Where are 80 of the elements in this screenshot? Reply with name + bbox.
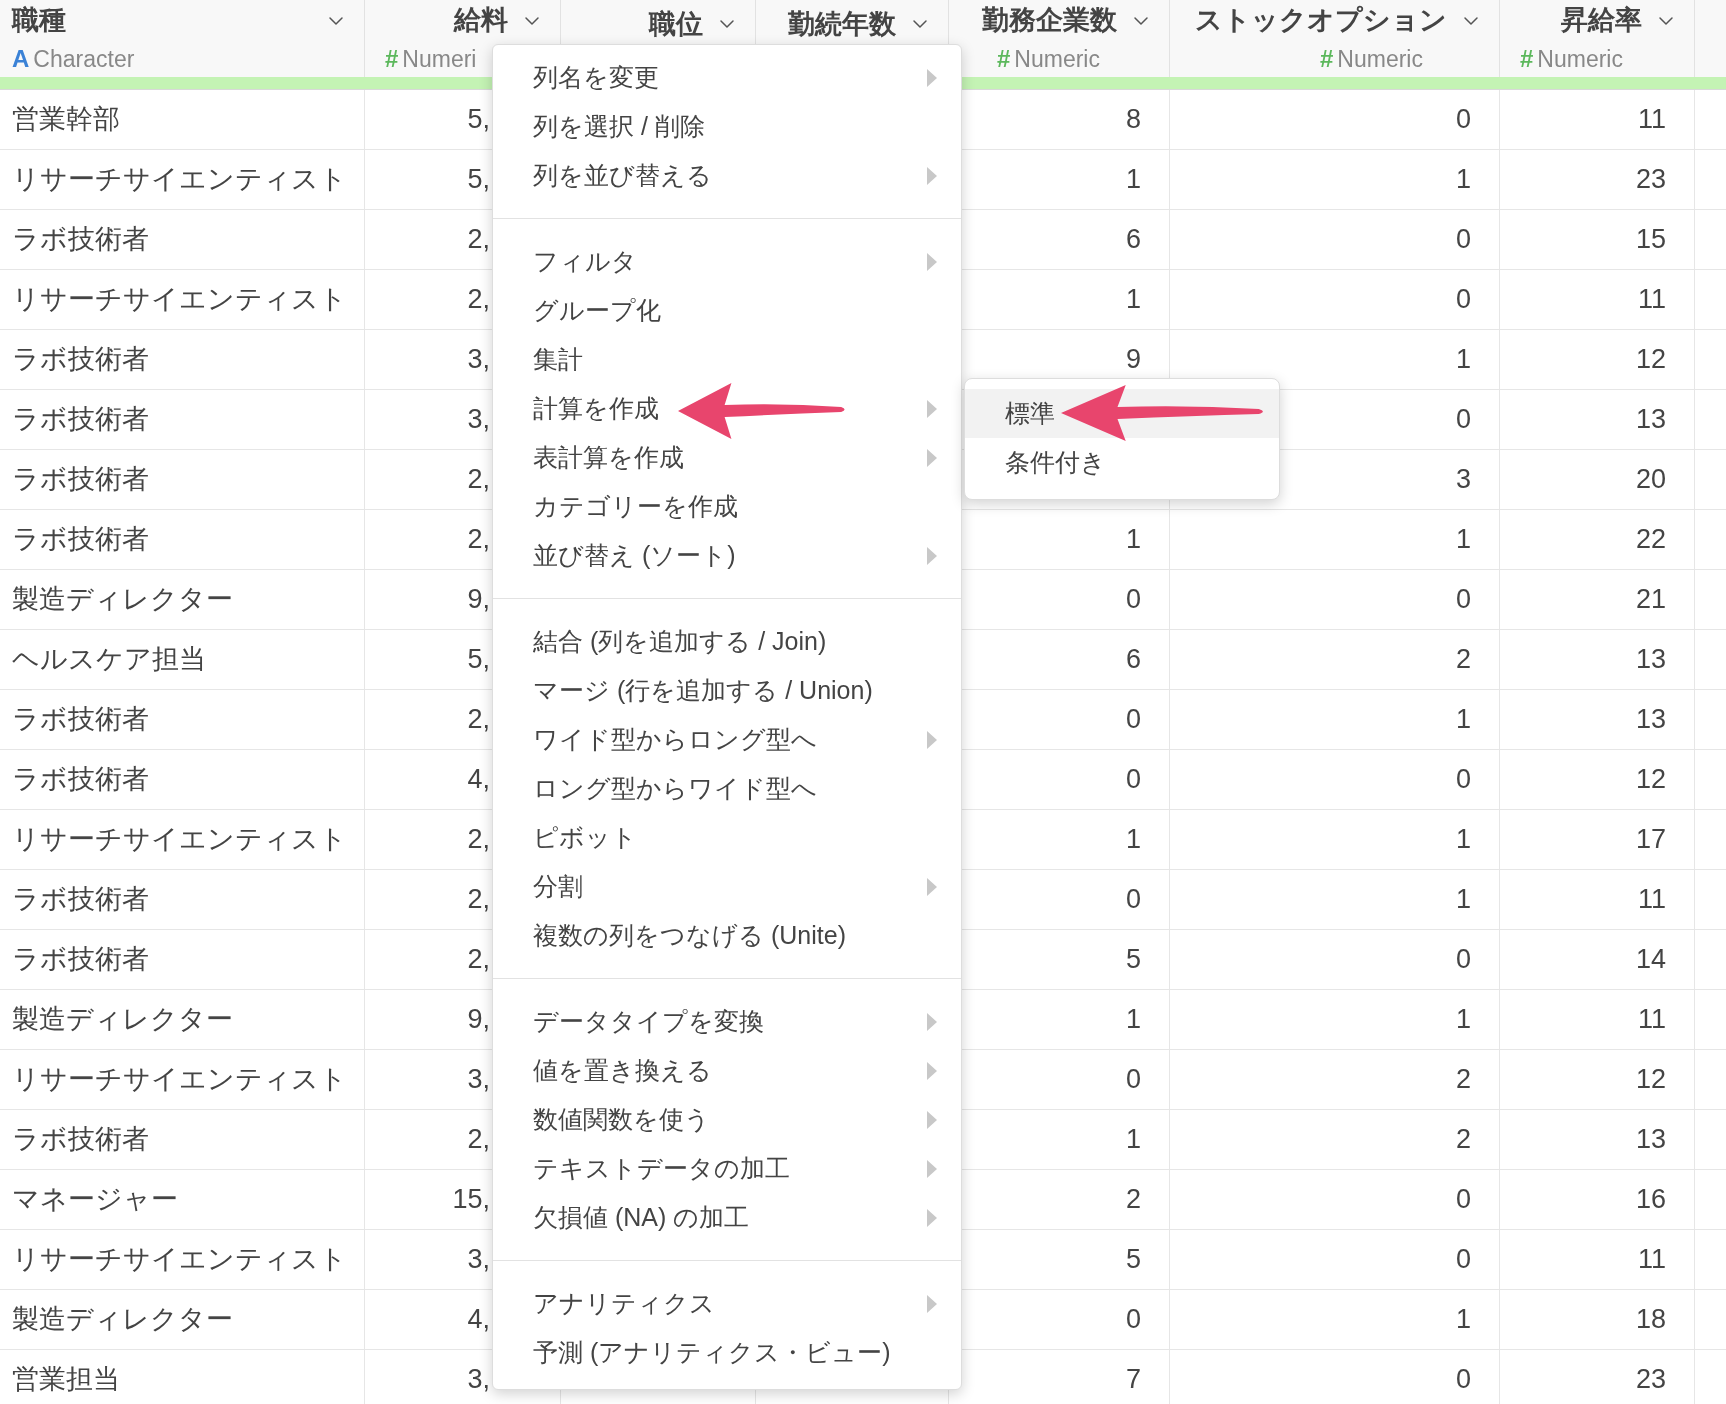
table-cell: ラボ技術者	[0, 690, 365, 749]
table-cell: 22	[1500, 510, 1695, 569]
table-cell: 16	[1500, 1170, 1695, 1229]
table-cell: 15	[1500, 210, 1695, 269]
table-cell: リサーチサイエンティスト	[0, 150, 365, 209]
table-cell: リサーチサイエンティスト	[0, 1230, 365, 1289]
type-symbol: #	[997, 44, 1011, 74]
table-cell: 12	[1500, 750, 1695, 809]
table-cell: 13	[1500, 630, 1695, 689]
column-name: ストックオプション	[1195, 4, 1447, 38]
table-cell: 1	[1170, 870, 1500, 929]
table-cell: ラボ技術者	[0, 390, 365, 449]
type-symbol: #	[385, 44, 399, 74]
type-symbol: #	[1320, 44, 1334, 74]
table-cell: 13	[1500, 690, 1695, 749]
column-name: 職種	[12, 4, 66, 38]
table-cell: 製造ディレクター	[0, 1290, 365, 1349]
table-cell: 2	[1170, 630, 1500, 689]
table-cell: 0	[1170, 1230, 1500, 1289]
table-cell: 0	[1170, 930, 1500, 989]
table-cell: 1	[1170, 150, 1500, 209]
column-type: Numeric	[1337, 44, 1423, 74]
column-type: Numeri	[402, 44, 477, 74]
table-cell: 営業担当	[0, 1350, 365, 1404]
table-cell: 11	[1500, 1230, 1695, 1289]
table-cell: ラボ技術者	[0, 930, 365, 989]
type-symbol: #	[1520, 44, 1534, 74]
table-cell: ラボ技術者	[0, 330, 365, 389]
table-cell: 製造ディレクター	[0, 990, 365, 1049]
table-cell: 23	[1500, 150, 1695, 209]
table-cell: 1	[1170, 810, 1500, 869]
table-cell: リサーチサイエンティスト	[0, 270, 365, 329]
table-cell: 13	[1500, 1110, 1695, 1169]
table-cell: 0	[1170, 1350, 1500, 1404]
table-cell: ラボ技術者	[0, 450, 365, 509]
table-cell: 1	[1170, 1290, 1500, 1349]
table-cell: ラボ技術者	[0, 750, 365, 809]
type-symbol: A	[12, 44, 30, 74]
column-name: 職位	[649, 7, 703, 41]
table-cell: マネージャー	[0, 1170, 365, 1229]
table-cell: リサーチサイエンティスト	[0, 810, 365, 869]
table-cell: 1	[1170, 990, 1500, 1049]
table-cell: 18	[1500, 1290, 1695, 1349]
table-cell: 2	[1170, 1050, 1500, 1109]
table-cell: 0	[1170, 570, 1500, 629]
table-cell: 12	[1500, 1050, 1695, 1109]
table-cell: 0	[1170, 210, 1500, 269]
table-cell: 11	[1500, 990, 1695, 1049]
table-cell: 23	[1500, 1350, 1695, 1404]
table-cell: ラボ技術者	[0, 510, 365, 569]
table-cell: ラボ技術者	[0, 1110, 365, 1169]
table-cell: 11	[1500, 870, 1695, 929]
table-cell: 1	[1170, 510, 1500, 569]
table-cell: 0	[1170, 90, 1500, 149]
table-cell: 11	[1500, 90, 1695, 149]
table-cell: ラボ技術者	[0, 870, 365, 929]
column-name: 給料	[454, 4, 508, 38]
table-cell: 0	[1170, 750, 1500, 809]
table-cell: 12	[1500, 330, 1695, 389]
column-type: Numeric	[1014, 44, 1100, 74]
table-cell: 2	[1170, 1110, 1500, 1169]
column-name: 勤務企業数	[982, 4, 1117, 38]
table-cell: 20	[1500, 450, 1695, 509]
table-cell: 13	[1500, 390, 1695, 449]
column-name: 昇給率	[1561, 4, 1642, 38]
table-cell: 14	[1500, 930, 1695, 989]
table-cell: 11	[1500, 270, 1695, 329]
table-cell: 21	[1500, 570, 1695, 629]
table-cell: ヘルスケア担当	[0, 630, 365, 689]
column-type: Numeric	[1537, 44, 1623, 74]
table-cell: リサーチサイエンティスト	[0, 1050, 365, 1109]
table-cell: 製造ディレクター	[0, 570, 365, 629]
table-cell: 営業幹部	[0, 90, 365, 149]
table-cell: 1	[1170, 690, 1500, 749]
column-name: 勤続年数	[788, 7, 896, 41]
column-type: Character	[33, 44, 135, 74]
table-cell: 17	[1500, 810, 1695, 869]
table-cell: 0	[1170, 270, 1500, 329]
table-cell: 0	[1170, 1170, 1500, 1229]
table-cell: ラボ技術者	[0, 210, 365, 269]
